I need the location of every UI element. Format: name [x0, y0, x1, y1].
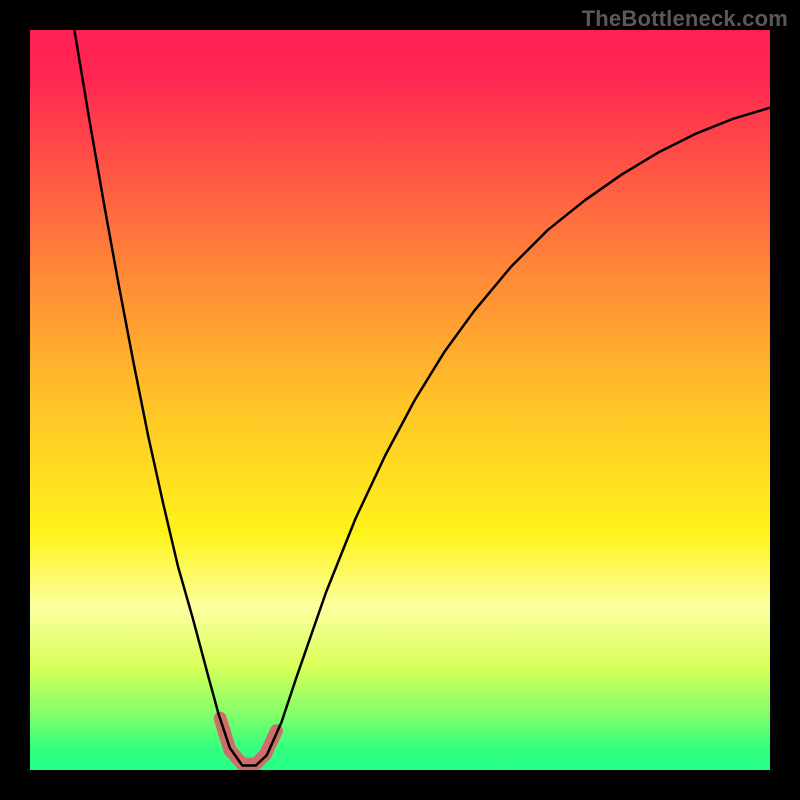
bottleneck-chart	[30, 30, 770, 770]
watermark-text: TheBottleneck.com	[582, 6, 788, 32]
chart-frame	[30, 30, 770, 770]
